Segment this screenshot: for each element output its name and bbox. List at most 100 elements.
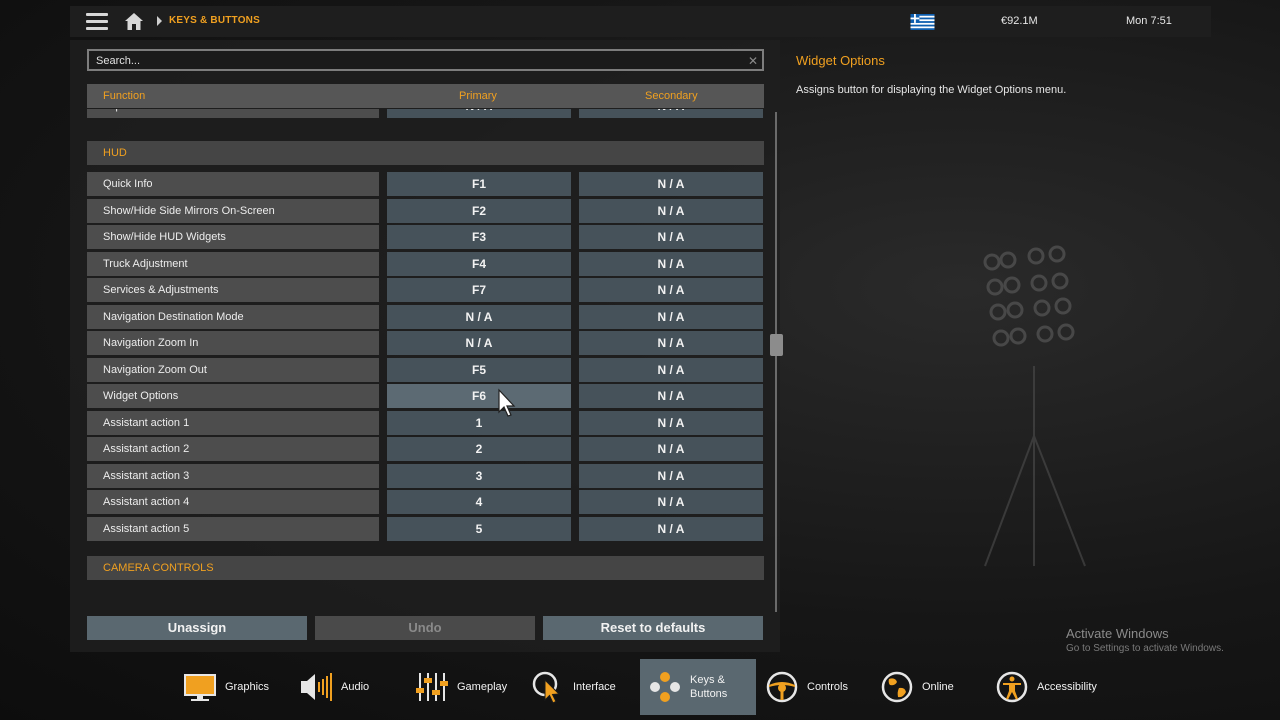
detail-title: Widget Options — [796, 53, 885, 68]
secondary-key-cell[interactable]: N / A — [579, 331, 763, 355]
function-label: Show/Hide HUD Widgets — [87, 225, 379, 249]
tab-audio[interactable]: Audio — [299, 659, 399, 715]
close-icon[interactable]: ✕ — [748, 54, 758, 68]
tab-controls[interactable]: Controls — [765, 659, 875, 715]
secondary-key-cell[interactable]: N / A — [579, 251, 763, 276]
tab-online[interactable]: Online — [880, 659, 980, 715]
cursor-icon — [532, 671, 561, 704]
game-clock: Mon 7:51 — [1126, 15, 1172, 27]
secondary-key-cell[interactable]: N / A — [579, 225, 763, 249]
search-input[interactable] — [89, 52, 762, 70]
table-row[interactable]: Quick Info F1 N / A — [87, 172, 764, 196]
primary-key-cell[interactable]: 5 — [387, 516, 571, 541]
secondary-key-cell[interactable]: N / A — [579, 516, 763, 541]
table-row[interactable]: Show/Hide Side Mirrors On-Screen F2 N / … — [87, 198, 764, 223]
tab-label-line-2: Buttons — [690, 688, 728, 700]
section-header-camera-controls: CAMERA CONTROLS — [87, 556, 764, 580]
reset-to-defaults-button[interactable]: Reset to defaults — [543, 616, 763, 640]
tab-interface[interactable]: Interface — [531, 659, 631, 715]
undo-button[interactable]: Undo — [315, 616, 535, 640]
table-row[interactable]: Show/Hide HUD Widgets F3 N / A — [87, 225, 764, 249]
table-row[interactable]: Truck Adjustment F4 N / A — [87, 251, 764, 276]
greece-flag-icon — [910, 14, 935, 30]
tab-gameplay[interactable]: Gameplay — [415, 659, 525, 715]
primary-key-cell[interactable]: F3 — [387, 225, 571, 249]
tab-graphics[interactable]: Graphics — [183, 659, 293, 715]
unassign-button[interactable]: Unassign — [87, 616, 307, 640]
tab-label: Interface — [573, 681, 616, 693]
table-row[interactable]: Services & Adjustments F7 N / A — [87, 278, 764, 302]
secondary-key-cell[interactable]: N / A — [579, 357, 763, 382]
table-row[interactable]: Assistant action 4 4 N / A — [87, 490, 764, 514]
function-label: Assistant action 1 — [87, 410, 379, 435]
table-row[interactable]: Assistant action 2 2 N / A — [87, 437, 764, 461]
secondary-key-cell[interactable]: N / A — [579, 172, 763, 196]
function-label: Assistant action 4 — [87, 490, 379, 514]
keybinding-panel: ✕ Function Primary Secondary Trip Info R… — [70, 40, 783, 652]
secondary-key-cell[interactable]: N / A — [579, 384, 763, 408]
speaker-icon — [301, 673, 332, 701]
secondary-key-cell[interactable]: N / A — [579, 278, 763, 302]
primary-key-cell[interactable]: F5 — [387, 357, 571, 382]
function-label: Truck Adjustment — [87, 251, 379, 276]
money-balance: €92.1M — [1001, 15, 1038, 27]
column-header: Function Primary Secondary — [87, 84, 764, 108]
table-row[interactable]: Assistant action 1 1 N / A — [87, 410, 764, 435]
function-label: Services & Adjustments — [87, 278, 379, 302]
tab-label: Keys & Buttons — [690, 673, 740, 701]
primary-key-cell[interactable]: F1 — [387, 172, 571, 196]
function-label: Assistant action 2 — [87, 437, 379, 461]
menu-icon[interactable] — [86, 13, 108, 30]
primary-key-cell[interactable]: F6 — [387, 384, 571, 408]
primary-key-cell[interactable]: 1 — [387, 410, 571, 435]
settings-tab-bar: Graphics Audio Gameplay Interface Keys &… — [175, 659, 1121, 715]
secondary-key-cell[interactable]: N / A — [579, 109, 763, 118]
primary-key-cell[interactable]: N / A — [387, 304, 571, 329]
column-secondary: Secondary — [645, 90, 698, 102]
breadcrumb-arrow-icon — [157, 16, 162, 26]
table-row[interactable]: Navigation Destination Mode N / A N / A — [87, 304, 764, 329]
tab-keys-buttons[interactable]: Keys & Buttons — [640, 659, 756, 715]
tab-accessibility[interactable]: Accessibility — [995, 659, 1121, 715]
function-label: Assistant action 5 — [87, 516, 379, 541]
tab-label: Controls — [807, 681, 848, 693]
table-row[interactable]: Assistant action 3 3 N / A — [87, 463, 764, 488]
table-row[interactable]: Navigation Zoom In N / A N / A — [87, 331, 764, 355]
secondary-key-cell[interactable]: N / A — [579, 198, 763, 223]
table-row[interactable]: Assistant action 5 5 N / A — [87, 516, 764, 541]
function-label: Widget Options — [87, 384, 379, 408]
function-label: Quick Info — [87, 172, 379, 196]
primary-key-cell[interactable]: 2 — [387, 437, 571, 461]
secondary-key-cell[interactable]: N / A — [579, 490, 763, 514]
column-function: Function — [103, 90, 146, 102]
primary-key-cell[interactable]: 3 — [387, 463, 571, 488]
steering-wheel-icon — [766, 671, 798, 703]
secondary-key-cell[interactable]: N / A — [579, 410, 763, 435]
section-header-hud: HUD — [87, 141, 764, 165]
home-icon[interactable] — [124, 12, 144, 31]
secondary-key-cell[interactable]: N / A — [579, 304, 763, 329]
table-row-selected[interactable]: Widget Options F6 N / A — [87, 384, 764, 408]
activation-watermark-title: Activate Windows — [1066, 626, 1169, 641]
primary-key-cell[interactable]: F7 — [387, 278, 571, 302]
primary-key-cell[interactable]: F2 — [387, 198, 571, 223]
function-label: Navigation Zoom In — [87, 331, 379, 355]
keys-icon — [650, 672, 680, 702]
breadcrumb[interactable]: KEYS & BUTTONS — [169, 15, 260, 26]
table-row[interactable]: Navigation Zoom Out F5 N / A — [87, 357, 764, 382]
secondary-key-cell[interactable]: N / A — [579, 463, 763, 488]
activation-watermark-subtitle: Go to Settings to activate Windows. — [1066, 643, 1224, 654]
secondary-key-cell[interactable]: N / A — [579, 437, 763, 461]
search-field[interactable]: ✕ — [87, 49, 764, 71]
column-primary: Primary — [459, 90, 497, 102]
primary-key-cell[interactable]: F4 — [387, 251, 571, 276]
tab-label: Gameplay — [457, 681, 508, 693]
table-row[interactable]: Trip Info Reset N / A N / A — [87, 109, 764, 118]
primary-key-cell[interactable]: N / A — [387, 109, 571, 118]
function-label: Assistant action 3 — [87, 463, 379, 488]
scrollbar-track[interactable] — [775, 112, 777, 612]
primary-key-cell[interactable]: N / A — [387, 331, 571, 355]
primary-key-cell[interactable]: 4 — [387, 490, 571, 514]
tab-label: Online — [922, 681, 954, 693]
keybinding-list[interactable]: Trip Info Reset N / A N / A HUD Quick In… — [87, 109, 764, 614]
